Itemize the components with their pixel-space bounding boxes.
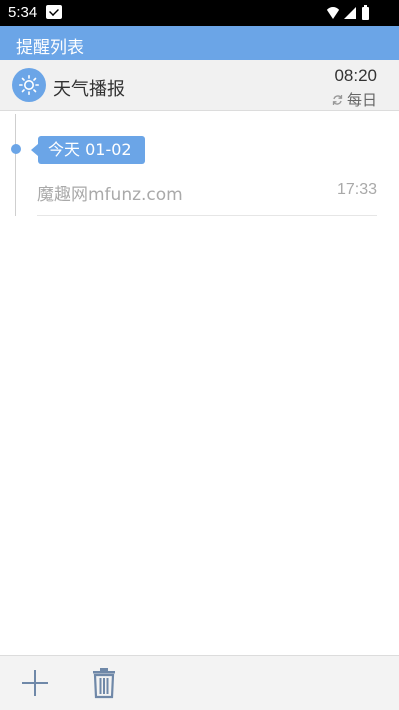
sun-icon — [12, 68, 46, 102]
repeat-icon — [332, 94, 343, 105]
reminder-time: 17:33 — [336, 181, 377, 198]
mail-notification-icon — [46, 5, 62, 19]
battery-icon — [362, 4, 369, 20]
system-icons — [325, 4, 369, 22]
status-time: 5:34 — [8, 4, 38, 21]
status-bar: 5:34 — [0, 0, 399, 26]
page-title: 提醒列表 — [16, 38, 84, 58]
reminder-text: 魔趣网mfunz.com — [37, 185, 183, 205]
wifi-icon — [325, 7, 341, 19]
bottom-action-bar — [0, 655, 399, 710]
repeat-label: 每日 — [346, 91, 377, 109]
signal-icon — [344, 7, 356, 19]
app-bar: 提醒列表 — [0, 26, 399, 60]
plus-icon[interactable] — [20, 668, 50, 698]
timeline-line — [15, 114, 16, 216]
timeline-dot — [11, 144, 21, 154]
repeat-info: 每日 — [332, 89, 377, 110]
weather-label: 天气播报 — [53, 79, 125, 100]
trash-icon[interactable] — [91, 667, 117, 699]
weather-broadcast-row[interactable]: 天气播报 08:20 每日 — [0, 60, 399, 111]
divider — [37, 215, 377, 216]
date-tag: 今天 01-02 — [31, 136, 145, 164]
weather-time: 08:20 — [334, 66, 377, 85]
